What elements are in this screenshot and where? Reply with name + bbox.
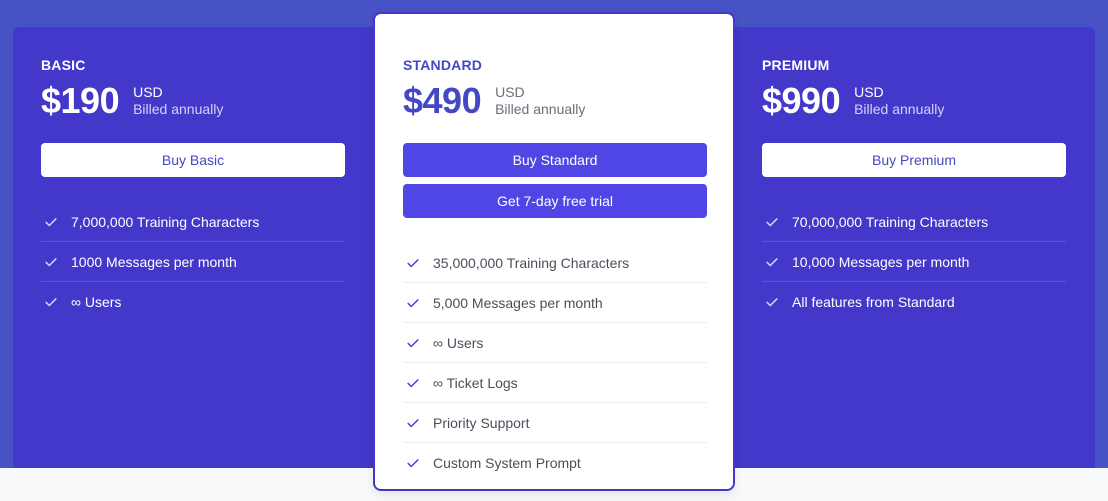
plan-price: $190 (41, 80, 120, 121)
feature-label: 10,000 Messages per month (792, 253, 970, 270)
feature-label: ∞ Users (71, 294, 122, 310)
feature-item: 35,000,000 Training Characters (403, 243, 707, 283)
currency-label: USD (133, 84, 163, 100)
feature-label: All features from Standard (792, 294, 955, 310)
feature-label: 35,000,000 Training Characters (433, 254, 630, 271)
check-icon (764, 294, 780, 310)
buy-basic-button[interactable]: Buy Basic (41, 143, 345, 177)
feature-label: Custom System Prompt (433, 455, 581, 471)
check-icon (43, 254, 59, 270)
feature-label: ∞ Users (433, 334, 484, 351)
billing-period: Billed annually (133, 101, 224, 117)
plan-tier-name: BASIC (41, 57, 86, 73)
price-row: $490 USD Billed annually (403, 79, 705, 123)
feature-item: Custom System Prompt (403, 443, 707, 483)
feature-label: ∞ Ticket Logs (433, 374, 518, 391)
price-meta: USD Billed annually (854, 84, 944, 118)
feature-item: 70,000,000 Training Characters (762, 202, 1066, 242)
check-icon (405, 255, 421, 271)
check-icon (764, 254, 780, 270)
currency-label: USD (854, 84, 884, 100)
currency-label: USD (495, 84, 525, 100)
plan-price: $490 (403, 80, 482, 121)
feature-list: 70,000,000 Training Characters 10,000 Me… (762, 202, 1066, 322)
feature-label: Priority Support (433, 414, 530, 431)
check-icon (405, 295, 421, 311)
billing-period: Billed annually (495, 101, 586, 117)
feature-label: 7,000,000 Training Characters (71, 213, 260, 230)
check-icon (405, 455, 421, 471)
feature-item: All features from Standard (762, 282, 1066, 322)
feature-item: Priority Support (403, 403, 707, 443)
billing-period: Billed annually (854, 101, 945, 117)
feature-label: 5,000 Messages per month (433, 294, 603, 311)
check-icon (405, 335, 421, 351)
plan-card-basic: BASIC $190 USD Billed annually Buy Basic… (13, 27, 346, 322)
feature-item: 7,000,000 Training Characters (41, 202, 345, 242)
plan-tier-name: PREMIUM (762, 57, 830, 73)
check-icon (43, 214, 59, 230)
check-icon (405, 375, 421, 391)
buy-standard-button[interactable]: Buy Standard (403, 143, 707, 177)
plan-card-premium: PREMIUM $990 USD Billed annually Buy Pre… (734, 27, 1067, 322)
check-icon (43, 294, 59, 310)
price-meta: USD Billed annually (133, 84, 223, 118)
free-trial-button[interactable]: Get 7-day free trial (403, 184, 707, 218)
feature-item: 5,000 Messages per month (403, 283, 707, 323)
buy-premium-button[interactable]: Buy Premium (762, 143, 1066, 177)
price-row: $990 USD Billed annually (762, 79, 1039, 123)
price-meta: USD Billed annually (495, 84, 585, 118)
plan-tier-name: STANDARD (403, 57, 483, 73)
plan-price: $990 (762, 80, 841, 121)
plan-card-standard: STANDARD $490 USD Billed annually Buy St… (373, 12, 735, 491)
check-icon (405, 415, 421, 431)
feature-label: 70,000,000 Training Characters (792, 213, 989, 230)
feature-item: ∞ Ticket Logs (403, 363, 707, 403)
feature-list: 7,000,000 Training Characters 1000 Messa… (41, 202, 345, 322)
feature-item: 10,000 Messages per month (762, 242, 1066, 282)
price-row: $190 USD Billed annually (41, 79, 318, 123)
feature-list: 35,000,000 Training Characters 5,000 Mes… (403, 243, 707, 483)
feature-item: ∞ Users (41, 282, 345, 322)
feature-label: 1000 Messages per month (71, 253, 237, 270)
check-icon (764, 214, 780, 230)
feature-item: ∞ Users (403, 323, 707, 363)
feature-item: 1000 Messages per month (41, 242, 345, 282)
